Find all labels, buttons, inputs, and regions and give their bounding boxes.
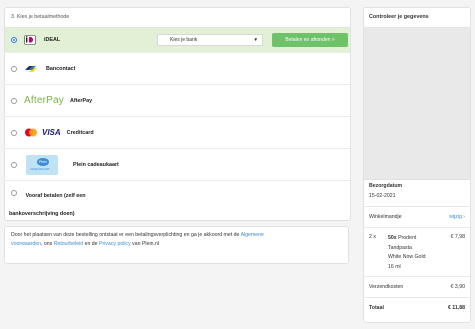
total-price: € 11,88	[447, 305, 465, 311]
item-name-part4: 16 ml	[388, 263, 401, 270]
giftcard-label: Plein cadeaukaart	[73, 161, 119, 168]
bancontact-logo-icon	[24, 65, 38, 73]
item-name-part3: White Now Gold	[388, 254, 426, 260]
pay-and-finish-button[interactable]: Betalen en afronden »	[272, 33, 348, 47]
summary-title: Controleer je gegevens	[364, 8, 470, 28]
creditcard-label: Creditcard	[66, 129, 94, 136]
terms-link-algemene[interactable]: Algemene	[241, 232, 264, 238]
ideal-logo-icon	[24, 35, 36, 45]
total-row: Totaal € 11,88	[369, 305, 465, 311]
payment-method-panel: 3. Kies je betaalmethode iDEAL Kies je b…	[4, 7, 351, 221]
giftcard-brand-text: Plein	[37, 157, 49, 166]
payment-step-title: 3. Kies je betaalmethode	[5, 8, 350, 28]
terms-text-1: Door het plaatsen van deze bestelling on…	[11, 232, 241, 238]
payment-option-creditcard[interactable]: VISA Creditcard	[5, 117, 350, 149]
payment-option-bancontact[interactable]: Bancontact	[5, 53, 350, 85]
payment-option-afterpay[interactable]: AfterPay AfterPay	[5, 85, 350, 117]
delivery-date-label: Bezorgdatum	[369, 183, 403, 189]
bancontact-label: Bancontact	[46, 65, 76, 72]
giftcard-subtext: CADEAUKAART	[30, 167, 50, 171]
afterpay-label: AfterPay	[69, 97, 93, 104]
summary-divider	[364, 227, 470, 228]
creditcard-radio[interactable]	[11, 129, 17, 136]
edit-cart-link[interactable]: wijzig ›	[449, 214, 465, 220]
item-name-part1: Prodent	[396, 235, 417, 241]
giftcard-logo-icon: Plein CADEAUKAART	[26, 154, 58, 175]
terms-link-voorwaarden[interactable]: voorwaarden	[11, 241, 41, 247]
giftcard-radio[interactable]	[11, 161, 17, 168]
summary-divider	[364, 297, 470, 298]
payment-option-giftcard[interactable]: Plein CADEAUKAART Plein cadeaukaart	[5, 149, 350, 181]
terms-text-4: van Plein.nl	[130, 241, 159, 247]
terms-link-retourbeleid[interactable]: Retourbeleid	[54, 241, 83, 247]
cart-header-row: Winkelmandje wijzig ›	[369, 214, 465, 220]
payment-option-ideal[interactable]: iDEAL Kies je bank ▼ Betalen en afronden…	[5, 28, 350, 53]
ideal-label: iDEAL	[44, 37, 61, 43]
prepay-label-line1: Vooraf betalen (zelf een	[25, 193, 86, 199]
terms-text-2: , ons	[41, 241, 54, 247]
visa-logo-icon: VISA	[42, 128, 61, 137]
cart-label: Winkelmandje	[369, 214, 402, 220]
ideal-radio[interactable]	[11, 37, 17, 43]
afterpay-radio[interactable]	[11, 97, 17, 104]
summary-divider	[364, 276, 470, 277]
product-image-placeholder	[364, 28, 470, 180]
item-name-bold: 50x	[388, 235, 397, 241]
delivery-date-value: 15-02-2021	[369, 193, 396, 199]
summary-divider	[364, 206, 470, 207]
order-summary-panel: Controleer je gegevens Bezorgdatum 15-02…	[363, 7, 471, 323]
mastercard-icon	[24, 128, 38, 137]
shipping-row: Verzendkosten € 3,90	[369, 284, 465, 290]
item-price: € 7,98	[450, 234, 465, 240]
item-name: 50x Prodent Tandpasta White Now Gold 16 …	[388, 234, 425, 272]
item-name-part2: Tandpasta	[388, 244, 412, 251]
terms-notice: Door het plaatsen van deze bestelling on…	[4, 226, 349, 264]
item-quantity: 2 x	[369, 234, 376, 240]
total-label: Totaal	[369, 305, 384, 311]
terms-link-privacy[interactable]: Privacy policy	[99, 241, 131, 247]
chevron-down-icon: ▼	[253, 37, 258, 42]
bank-select-value: Kies je bank	[170, 37, 198, 43]
payment-option-prepay[interactable]: Vooraf betalen (zelf een bankoverschrijv…	[5, 181, 350, 217]
shipping-label: Verzendkosten	[369, 284, 404, 290]
bank-select-dropdown[interactable]: Kies je bank ▼	[157, 34, 263, 46]
prepay-radio[interactable]	[11, 189, 17, 196]
shipping-price: € 3,90	[450, 284, 465, 290]
terms-text-3: en de	[83, 241, 99, 247]
afterpay-logo-icon: AfterPay	[24, 95, 64, 106]
prepay-label-line2: bankoverschrijving doen)	[9, 211, 75, 217]
bancontact-radio[interactable]	[11, 65, 17, 72]
